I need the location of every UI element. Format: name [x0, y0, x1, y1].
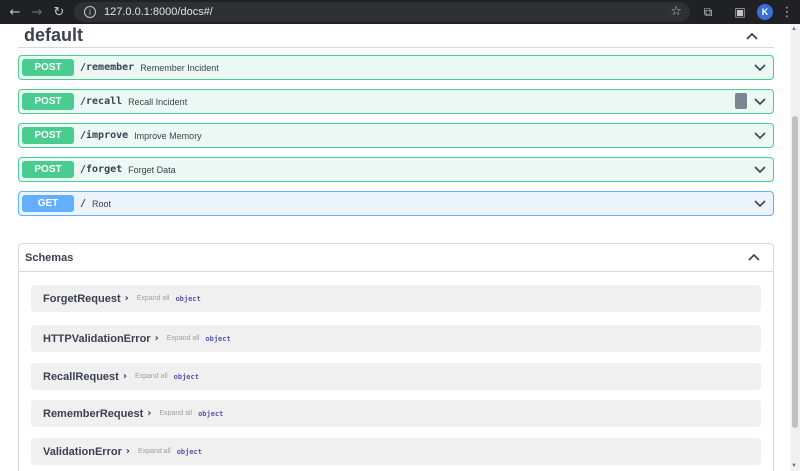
schema-model-remember-request[interactable]: RememberRequest › Expand all object	[31, 400, 761, 427]
method-badge: POST	[22, 127, 74, 144]
chevron-right-icon[interactable]: ›	[123, 371, 127, 382]
operation-summary: Root	[92, 198, 112, 209]
scrollbar-thumb[interactable]	[792, 116, 798, 428]
method-badge: POST	[22, 161, 74, 178]
swagger-page: default POST /remember Remember Incident…	[0, 24, 790, 471]
model-name[interactable]: ForgetRequest	[43, 293, 121, 305]
method-badge: GET	[22, 195, 74, 212]
operation-summary: Improve Memory	[134, 130, 202, 141]
operation-summary: Remember Incident	[140, 62, 219, 73]
model-type: object	[205, 334, 231, 343]
chevron-right-icon[interactable]: ›	[147, 408, 151, 419]
schema-model-recall-request[interactable]: RecallRequest › Expand all object	[31, 363, 761, 390]
chevron-down-icon[interactable]	[753, 162, 767, 176]
expand-all-link[interactable]: Expand all	[135, 373, 168, 380]
reload-icon[interactable]: ↻	[48, 1, 70, 23]
chevron-down-icon[interactable]	[753, 94, 767, 108]
page-scrollbar[interactable]: ▲ ▼	[790, 24, 800, 471]
extensions-icon[interactable]: ⧉	[700, 4, 716, 20]
operation-path: /forget	[80, 164, 123, 175]
schemas-section: Schemas ForgetRequest › Expand all objec…	[18, 243, 774, 471]
operation-summary: Forget Data	[128, 164, 176, 175]
bookmark-star-icon[interactable]: ☆	[670, 4, 682, 19]
browser-menu-icon[interactable]: ⋮	[781, 4, 794, 20]
expand-all-link[interactable]: Expand all	[159, 410, 192, 417]
operation-post-recall[interactable]: POST /recall Recall Incident	[18, 89, 774, 114]
method-badge: POST	[22, 59, 74, 76]
model-type: object	[176, 447, 202, 456]
model-type: object	[198, 409, 224, 418]
method-badge: POST	[22, 93, 74, 110]
expand-all-link[interactable]: Expand all	[137, 295, 170, 302]
scroll-down-icon[interactable]: ▼	[791, 463, 797, 469]
schema-model-validation-error[interactable]: ValidationError › Expand all object	[31, 438, 761, 465]
tag-section-header[interactable]: default	[18, 24, 774, 48]
sidebar-icon[interactable]: ▣	[732, 4, 748, 20]
chevron-up-icon[interactable]	[747, 250, 761, 264]
operation-get-root[interactable]: GET / Root	[18, 191, 774, 216]
scroll-up-icon[interactable]: ▲	[791, 26, 797, 32]
expand-all-link[interactable]: Expand all	[167, 335, 200, 342]
schemas-title: Schemas	[25, 251, 74, 264]
chevron-down-icon[interactable]	[753, 128, 767, 142]
operation-path: /	[80, 198, 87, 209]
copy-icon[interactable]	[735, 93, 747, 109]
profile-avatar[interactable]: K	[757, 4, 773, 20]
model-name[interactable]: RememberRequest	[43, 408, 143, 420]
operation-post-forget[interactable]: POST /forget Forget Data	[18, 157, 774, 182]
operation-summary: Recall Incident	[128, 96, 188, 107]
chevron-up-icon[interactable]	[744, 28, 760, 44]
operation-path: /improve	[80, 130, 129, 141]
model-type: object	[175, 294, 201, 303]
chevron-right-icon[interactable]: ›	[125, 293, 129, 304]
schemas-header[interactable]: Schemas	[19, 244, 773, 272]
operation-post-improve[interactable]: POST /improve Improve Memory	[18, 123, 774, 148]
model-name[interactable]: HTTPValidationError	[43, 333, 151, 345]
schema-model-forget-request[interactable]: ForgetRequest › Expand all object	[31, 285, 761, 312]
model-name[interactable]: RecallRequest	[43, 371, 119, 383]
chevron-down-icon[interactable]	[753, 60, 767, 74]
address-bar[interactable]: i 127.0.0.1:8000/docs#/ ☆	[74, 2, 690, 22]
site-info-icon[interactable]: i	[84, 6, 96, 18]
operation-post-remember[interactable]: POST /remember Remember Incident	[18, 55, 774, 80]
browser-toolbar: ← → ↻ i 127.0.0.1:8000/docs#/ ☆ ⧉ ▣ K ⋮	[0, 0, 800, 24]
forward-arrow-icon[interactable]: →	[26, 1, 48, 23]
model-type: object	[173, 372, 199, 381]
tag-title: default	[24, 25, 84, 45]
operation-path: /recall	[80, 96, 123, 107]
schema-model-http-validation-error[interactable]: HTTPValidationError › Expand all object	[31, 325, 761, 352]
chevron-down-icon[interactable]	[753, 196, 767, 210]
expand-all-link[interactable]: Expand all	[138, 448, 171, 455]
chevron-right-icon[interactable]: ›	[155, 333, 159, 344]
operation-path: /remember	[80, 62, 135, 73]
chevron-right-icon[interactable]: ›	[126, 446, 130, 457]
model-name[interactable]: ValidationError	[43, 446, 122, 458]
url-text[interactable]: 127.0.0.1:8000/docs#/	[104, 6, 213, 18]
back-arrow-icon[interactable]: ←	[4, 1, 26, 23]
